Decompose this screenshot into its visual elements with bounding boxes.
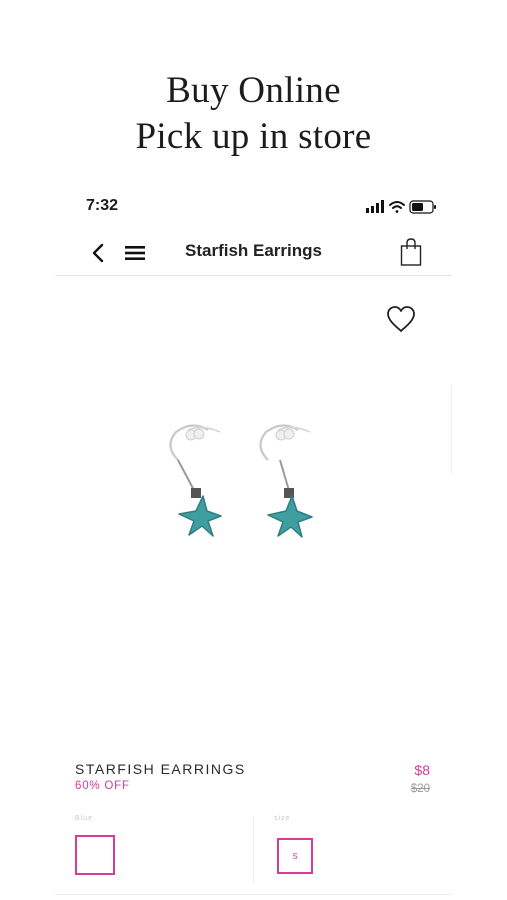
promo-headline: Buy Online Pick up in store	[0, 68, 507, 160]
promo-line-2: Pick up in store	[135, 116, 372, 157]
product-name: STARFISH EARRINGS	[75, 761, 246, 777]
heart-icon[interactable]	[385, 304, 417, 334]
size-option[interactable]: S	[277, 838, 313, 874]
options-divider	[253, 817, 254, 883]
signal-icon	[366, 200, 384, 213]
page-title: Starfish Earrings	[185, 241, 322, 260]
original-price: $20	[410, 783, 430, 795]
bottom-divider	[55, 894, 452, 895]
color-label: Blue	[75, 815, 94, 822]
promo-line-1: Buy Online	[166, 70, 341, 111]
size-value: S	[292, 851, 298, 861]
product-price: $8	[414, 762, 430, 778]
starfish-earrings-image	[169, 424, 313, 538]
size-label: size	[274, 815, 291, 822]
shopping-bag-icon[interactable]	[399, 237, 423, 267]
status-time: 7:32	[86, 197, 119, 214]
battery-icon	[409, 200, 436, 214]
status-icons	[366, 200, 436, 214]
discount-badge: 60% OFF	[75, 780, 130, 792]
nav-bar: Starfish Earrings	[55, 233, 452, 276]
earring-left	[169, 424, 222, 537]
color-swatch[interactable]	[75, 835, 115, 875]
earring-right	[259, 424, 313, 538]
image-edge	[451, 385, 452, 473]
wifi-icon	[389, 201, 405, 213]
